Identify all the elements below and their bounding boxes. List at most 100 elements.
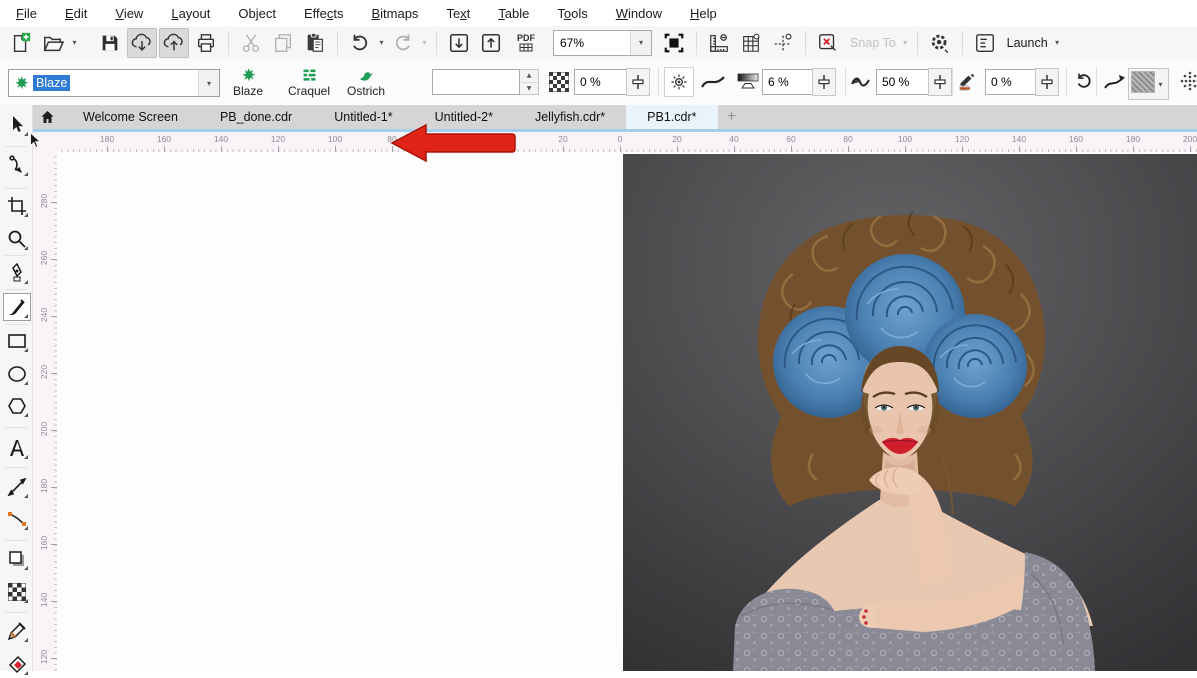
stroke-size-stepper[interactable]: ▲▼: [432, 69, 539, 95]
v-ruler-label: 140: [39, 591, 49, 609]
connector-tool-button[interactable]: [3, 505, 31, 533]
open-button[interactable]: [38, 28, 68, 58]
cloud-download-icon: [131, 32, 153, 54]
toolbox-separator: [5, 146, 27, 147]
h-ruler-label: 60: [786, 134, 795, 144]
texture-picker[interactable]: ▾: [1128, 68, 1169, 100]
flyout-indicator: [24, 599, 28, 603]
drop-shadow-tool-button[interactable]: [3, 545, 31, 573]
eyedropper-tool-button[interactable]: [3, 617, 31, 645]
menu-item-layout[interactable]: Layout: [157, 6, 224, 21]
export-button[interactable]: [476, 28, 506, 58]
new-document-tab-button[interactable]: +: [718, 105, 746, 129]
guidelines-icon: [772, 32, 794, 54]
pdf-label: PDF: [517, 34, 535, 43]
brightness-button[interactable]: [664, 67, 694, 97]
pdf-grid-icon: [519, 43, 533, 52]
zoom-to-page-button[interactable]: [659, 28, 689, 58]
brush-stroke-picker[interactable]: Blaze ▾: [8, 69, 220, 97]
transparency-input[interactable]: [574, 69, 630, 95]
menu-item-text[interactable]: Text: [432, 6, 484, 21]
menu-item-view[interactable]: View: [101, 6, 157, 21]
wetness-slider-button[interactable]: [1035, 68, 1059, 96]
slider-handle-icon: [933, 73, 947, 91]
welcome-home-button[interactable]: [32, 105, 62, 129]
menu-item-window[interactable]: Window: [602, 6, 676, 21]
transparency-slider-button[interactable]: [626, 68, 650, 96]
document-tab-pb1-cdr[interactable]: PB1.cdr*: [626, 105, 717, 129]
toolbox: [0, 105, 33, 671]
polygon-tool-button[interactable]: [3, 392, 31, 420]
menu-item-tools[interactable]: Tools: [543, 6, 601, 21]
h-ruler-label: 40: [729, 134, 738, 144]
menu-item-bitmaps[interactable]: Bitmaps: [357, 6, 432, 21]
document-tab-welcome-screen[interactable]: Welcome Screen: [62, 105, 199, 129]
undo-button[interactable]: [345, 28, 375, 58]
line-tool-button[interactable]: [3, 473, 31, 501]
pen-tool-button[interactable]: [3, 259, 31, 287]
feather-slider-button[interactable]: [812, 68, 836, 96]
dots-cross-icon[interactable]: [1180, 70, 1197, 92]
options-button[interactable]: [925, 28, 955, 58]
crop-tool-button[interactable]: [3, 192, 31, 220]
new-document-button[interactable]: [6, 28, 36, 58]
flyout-indicator: [24, 280, 28, 284]
paste-button[interactable]: [300, 28, 330, 58]
preset-blaze-button[interactable]: Blaze: [222, 62, 274, 102]
import-button[interactable]: [444, 28, 474, 58]
h-ruler-label: 20: [672, 134, 681, 144]
drawing-canvas[interactable]: [57, 152, 1197, 671]
open-dropdown[interactable]: ▾: [69, 38, 80, 47]
fill-tool-button[interactable]: [3, 650, 31, 678]
menu-item-table[interactable]: Table: [484, 6, 543, 21]
flyout-indicator: [24, 455, 28, 459]
print-button[interactable]: [191, 28, 221, 58]
softness-slider-button[interactable]: [928, 68, 952, 96]
stroke-size-input[interactable]: [432, 69, 520, 95]
undo-dropdown[interactable]: ▾: [376, 38, 387, 47]
brush-picker-dropdown[interactable]: ▾: [198, 70, 219, 96]
save-to-cloud-button[interactable]: [159, 28, 189, 58]
photo-object[interactable]: [623, 154, 1197, 671]
texture-dropdown[interactable]: ▾: [1155, 80, 1166, 89]
zoom-level-input[interactable]: [554, 31, 630, 55]
separator: [917, 31, 918, 55]
zoom-level-combo[interactable]: ▾: [553, 30, 652, 56]
feather-input[interactable]: [762, 69, 816, 95]
menu-item-object[interactable]: Object: [224, 6, 290, 21]
ellipse-tool-button[interactable]: [3, 360, 31, 388]
text-tool-button[interactable]: [3, 434, 31, 462]
menu-item-effects[interactable]: Effects: [290, 6, 358, 21]
shape-tool-button[interactable]: [3, 151, 31, 179]
document-tab-pb-done-cdr[interactable]: PB_done.cdr: [199, 105, 313, 129]
softness-input[interactable]: [876, 69, 932, 95]
menu-item-file[interactable]: File: [2, 6, 51, 21]
v-ruler-label: 260: [39, 249, 49, 267]
zoom-tool-button[interactable]: [3, 225, 31, 253]
h-ruler-label: 160: [1069, 134, 1083, 144]
gradient-edge-icon: [736, 71, 760, 91]
preset-craquel-button[interactable]: Craquel: [280, 62, 338, 102]
guidelines-toggle-button[interactable]: [768, 28, 798, 58]
launch-panel-icon: [974, 32, 996, 54]
launch-button[interactable]: [970, 28, 1000, 58]
rulers-toggle-button[interactable]: [704, 28, 734, 58]
grid-toggle-button[interactable]: [736, 28, 766, 58]
menu-item-help[interactable]: Help: [676, 6, 731, 21]
separator: [1096, 67, 1097, 97]
snap-disable-button[interactable]: [813, 28, 843, 58]
paint-tool-button[interactable]: [3, 293, 31, 321]
wetness-input[interactable]: [985, 69, 1039, 95]
transparency-tool-button[interactable]: [3, 578, 31, 606]
get-from-cloud-button[interactable]: [127, 28, 157, 58]
stepper-buttons[interactable]: ▲▼: [520, 69, 539, 95]
rotate-ccw-icon[interactable]: [1074, 71, 1094, 91]
document-tab-jellyfish-cdr[interactable]: Jellyfish.cdr*: [514, 105, 626, 129]
publish-to-pdf-button[interactable]: PDF: [508, 28, 544, 58]
save-button[interactable]: [95, 28, 125, 58]
menu-item-edit[interactable]: Edit: [51, 6, 101, 21]
zoom-dropdown[interactable]: ▾: [630, 31, 651, 55]
rectangle-tool-button[interactable]: [3, 327, 31, 355]
preset-ostrich-button[interactable]: Ostrich: [340, 62, 392, 102]
launch-dropdown[interactable]: ▾: [1052, 38, 1063, 47]
